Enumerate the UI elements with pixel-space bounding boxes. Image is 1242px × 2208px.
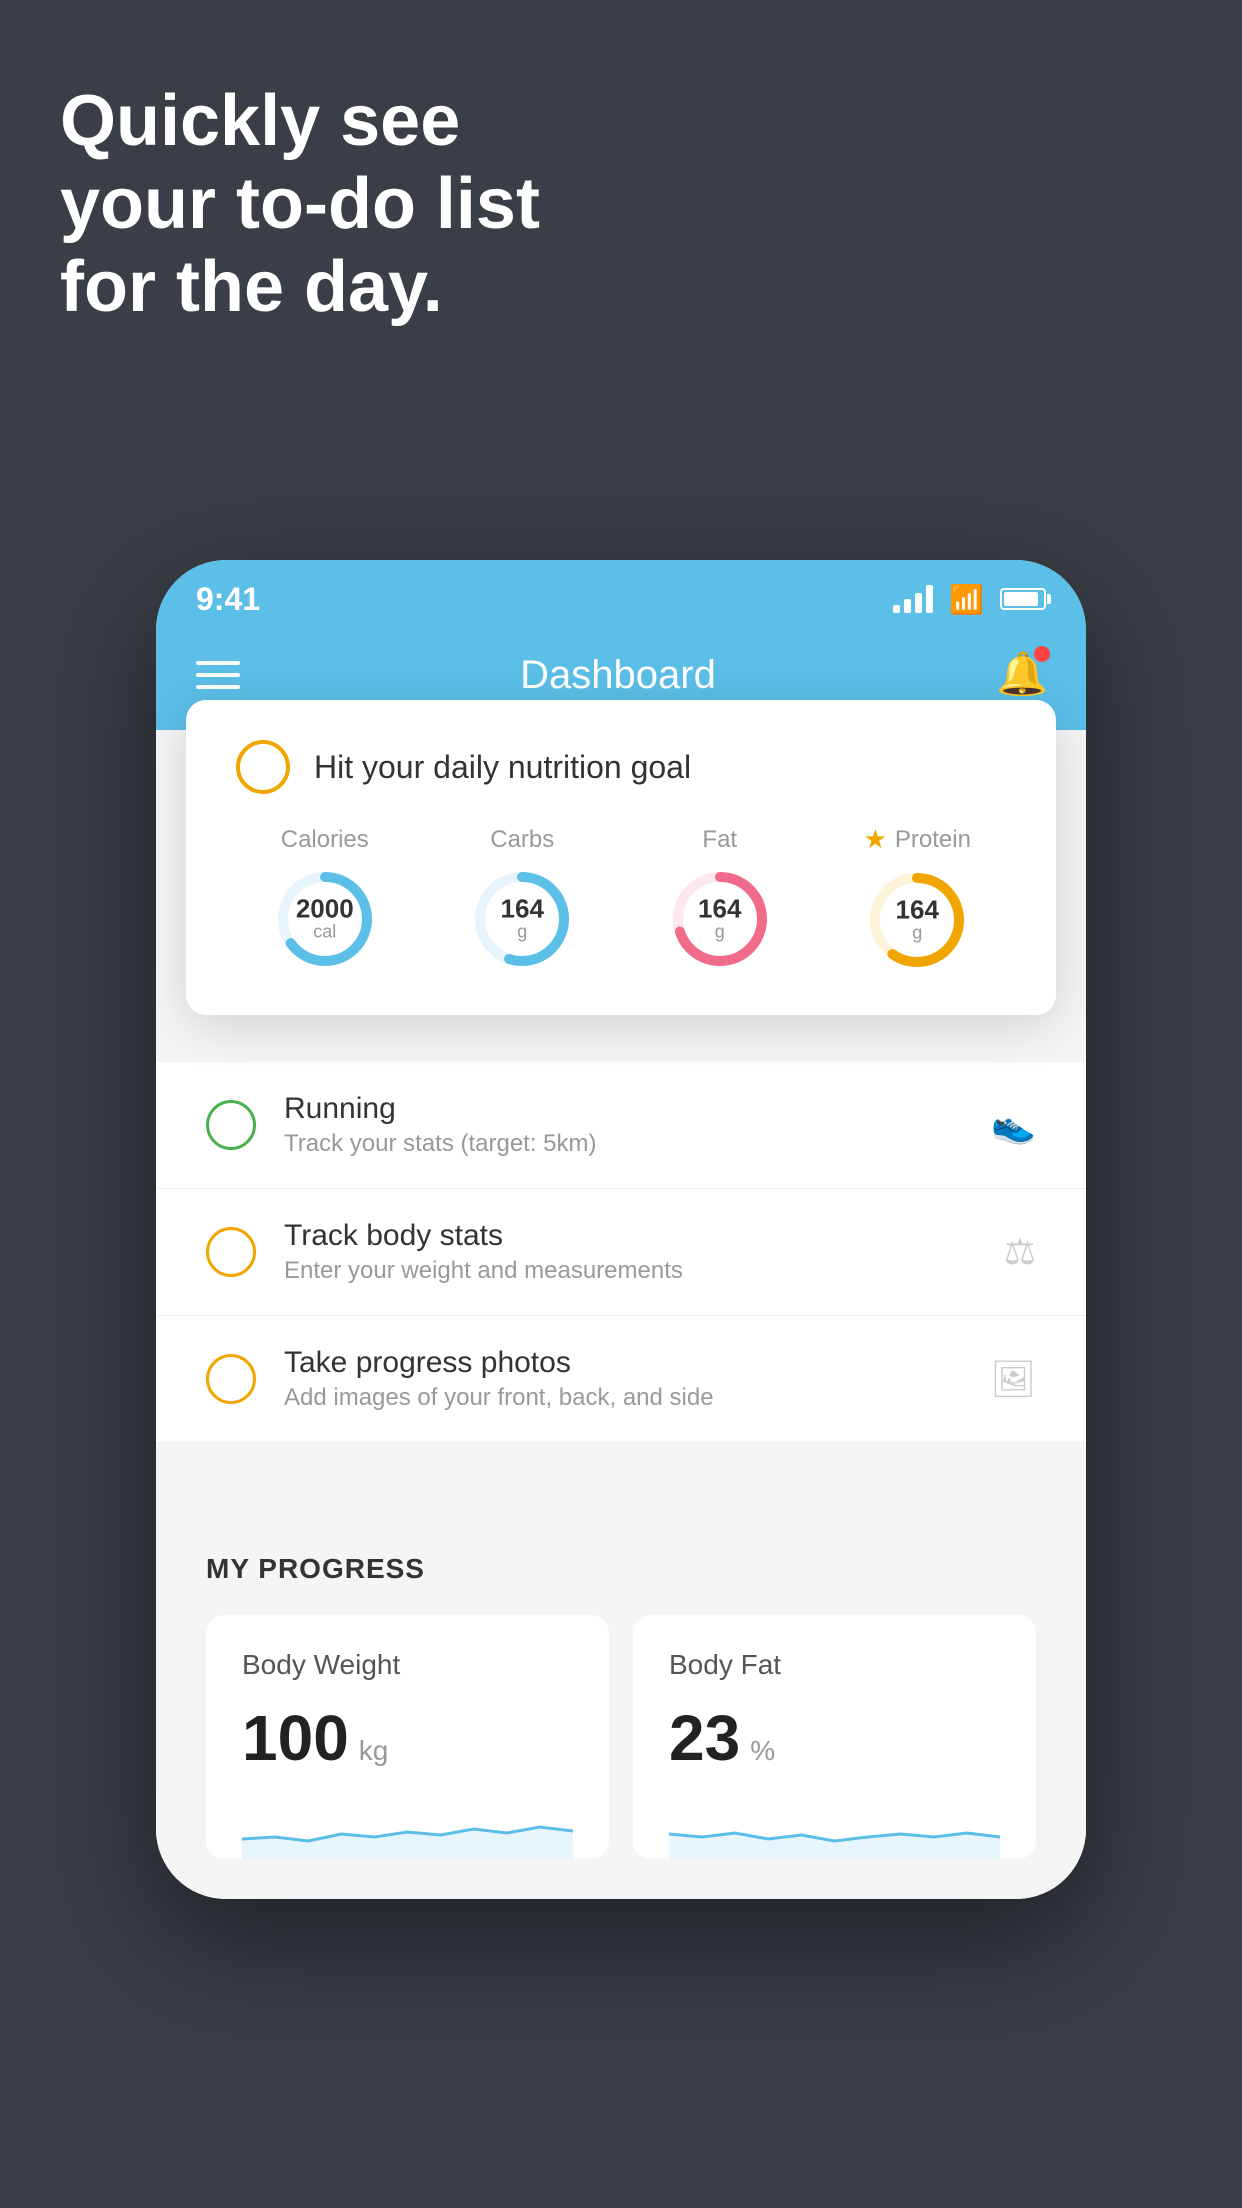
- fat-value: 164: [698, 895, 741, 921]
- body-weight-card[interactable]: Body Weight 100 kg: [206, 1615, 609, 1859]
- body-stats-desc: Enter your weight and measurements: [284, 1257, 976, 1285]
- nutrition-metrics: Calories 2000 cal Carbs: [236, 824, 1006, 975]
- shoe-icon: 👟: [991, 1104, 1036, 1146]
- nutrition-title: Hit your daily nutrition goal: [314, 749, 691, 786]
- body-stats-name: Track body stats: [284, 1219, 976, 1253]
- photo-icon: 🖼: [990, 1358, 1036, 1400]
- calories-unit: cal: [296, 921, 354, 942]
- progress-photos-name: Take progress photos: [284, 1346, 962, 1380]
- todo-item-body-stats[interactable]: Track body stats Enter your weight and m…: [156, 1189, 1086, 1316]
- todo-item-running[interactable]: Running Track your stats (target: 5km) 👟: [156, 1062, 1086, 1189]
- notification-bell-button[interactable]: 🔔: [996, 650, 1046, 700]
- fat-metric: Fat 164 g: [665, 826, 775, 974]
- hamburger-menu-button[interactable]: [196, 661, 240, 689]
- phone-mockup: 9:41 📶 Dashboard 🔔 THINGS TO DO T: [156, 560, 1086, 1899]
- protein-donut: 164 g: [862, 865, 972, 975]
- running-checkbox[interactable]: [206, 1100, 256, 1150]
- scale-icon: ⚖: [1004, 1231, 1036, 1273]
- progress-section: MY PROGRESS Body Weight 100 kg: [156, 1503, 1086, 1899]
- fat-label: Fat: [702, 826, 737, 854]
- body-weight-unit: kg: [359, 1735, 389, 1767]
- body-weight-sparkline: [242, 1799, 573, 1859]
- progress-photos-checkbox[interactable]: [206, 1354, 256, 1404]
- running-desc: Track your stats (target: 5km): [284, 1130, 963, 1158]
- body-weight-value-row: 100 kg: [242, 1701, 573, 1775]
- calories-label: Calories: [281, 826, 369, 854]
- protein-unit: g: [896, 923, 939, 944]
- status-time: 9:41: [196, 581, 260, 618]
- progress-cards: Body Weight 100 kg Body Fat: [206, 1615, 1036, 1859]
- calories-metric: Calories 2000 cal: [270, 826, 380, 974]
- body-weight-number: 100: [242, 1701, 349, 1775]
- progress-photos-text: Take progress photos Add images of your …: [284, 1346, 962, 1412]
- carbs-donut: 164 g: [467, 864, 577, 974]
- body-stats-text: Track body stats Enter your weight and m…: [284, 1219, 976, 1285]
- progress-section-title: MY PROGRESS: [206, 1553, 1036, 1585]
- calories-value: 2000: [296, 895, 354, 921]
- protein-label: ★ Protein: [864, 824, 971, 855]
- fat-unit: g: [698, 921, 741, 942]
- battery-icon: [1000, 588, 1046, 610]
- running-name: Running: [284, 1092, 963, 1126]
- nutrition-card-header: Hit your daily nutrition goal: [236, 740, 1006, 794]
- fat-donut: 164 g: [665, 864, 775, 974]
- wifi-icon: 📶: [949, 583, 984, 616]
- progress-photos-desc: Add images of your front, back, and side: [284, 1384, 962, 1412]
- todo-list: Running Track your stats (target: 5km) 👟…: [156, 1062, 1086, 1443]
- nutrition-checkbox[interactable]: [236, 740, 290, 794]
- app-content: THINGS TO DO TODAY Hit your daily nutrit…: [156, 730, 1086, 1899]
- status-bar: 9:41 📶: [156, 560, 1086, 630]
- carbs-value: 164: [501, 895, 544, 921]
- background-headline: Quickly see your to-do list for the day.: [60, 80, 540, 328]
- status-icons: 📶: [893, 583, 1046, 616]
- body-fat-card[interactable]: Body Fat 23 %: [633, 1615, 1036, 1859]
- body-fat-unit: %: [750, 1735, 775, 1767]
- star-icon: ★: [864, 824, 887, 855]
- carbs-label: Carbs: [490, 826, 554, 854]
- carbs-metric: Carbs 164 g: [467, 826, 577, 974]
- body-fat-value-row: 23 %: [669, 1701, 1000, 1775]
- calories-donut: 2000 cal: [270, 864, 380, 974]
- protein-metric: ★ Protein 164 g: [862, 824, 972, 975]
- body-stats-checkbox[interactable]: [206, 1227, 256, 1277]
- notification-dot: [1034, 646, 1050, 662]
- header-title: Dashboard: [520, 653, 716, 698]
- body-fat-number: 23: [669, 1701, 740, 1775]
- body-fat-card-title: Body Fat: [669, 1649, 1000, 1681]
- nutrition-card[interactable]: Hit your daily nutrition goal Calories 2…: [186, 700, 1056, 1015]
- running-text: Running Track your stats (target: 5km): [284, 1092, 963, 1158]
- carbs-unit: g: [501, 921, 544, 942]
- body-fat-sparkline: [669, 1799, 1000, 1859]
- signal-icon: [893, 585, 933, 613]
- body-weight-card-title: Body Weight: [242, 1649, 573, 1681]
- protein-value: 164: [896, 897, 939, 923]
- todo-item-progress-photos[interactable]: Take progress photos Add images of your …: [156, 1316, 1086, 1443]
